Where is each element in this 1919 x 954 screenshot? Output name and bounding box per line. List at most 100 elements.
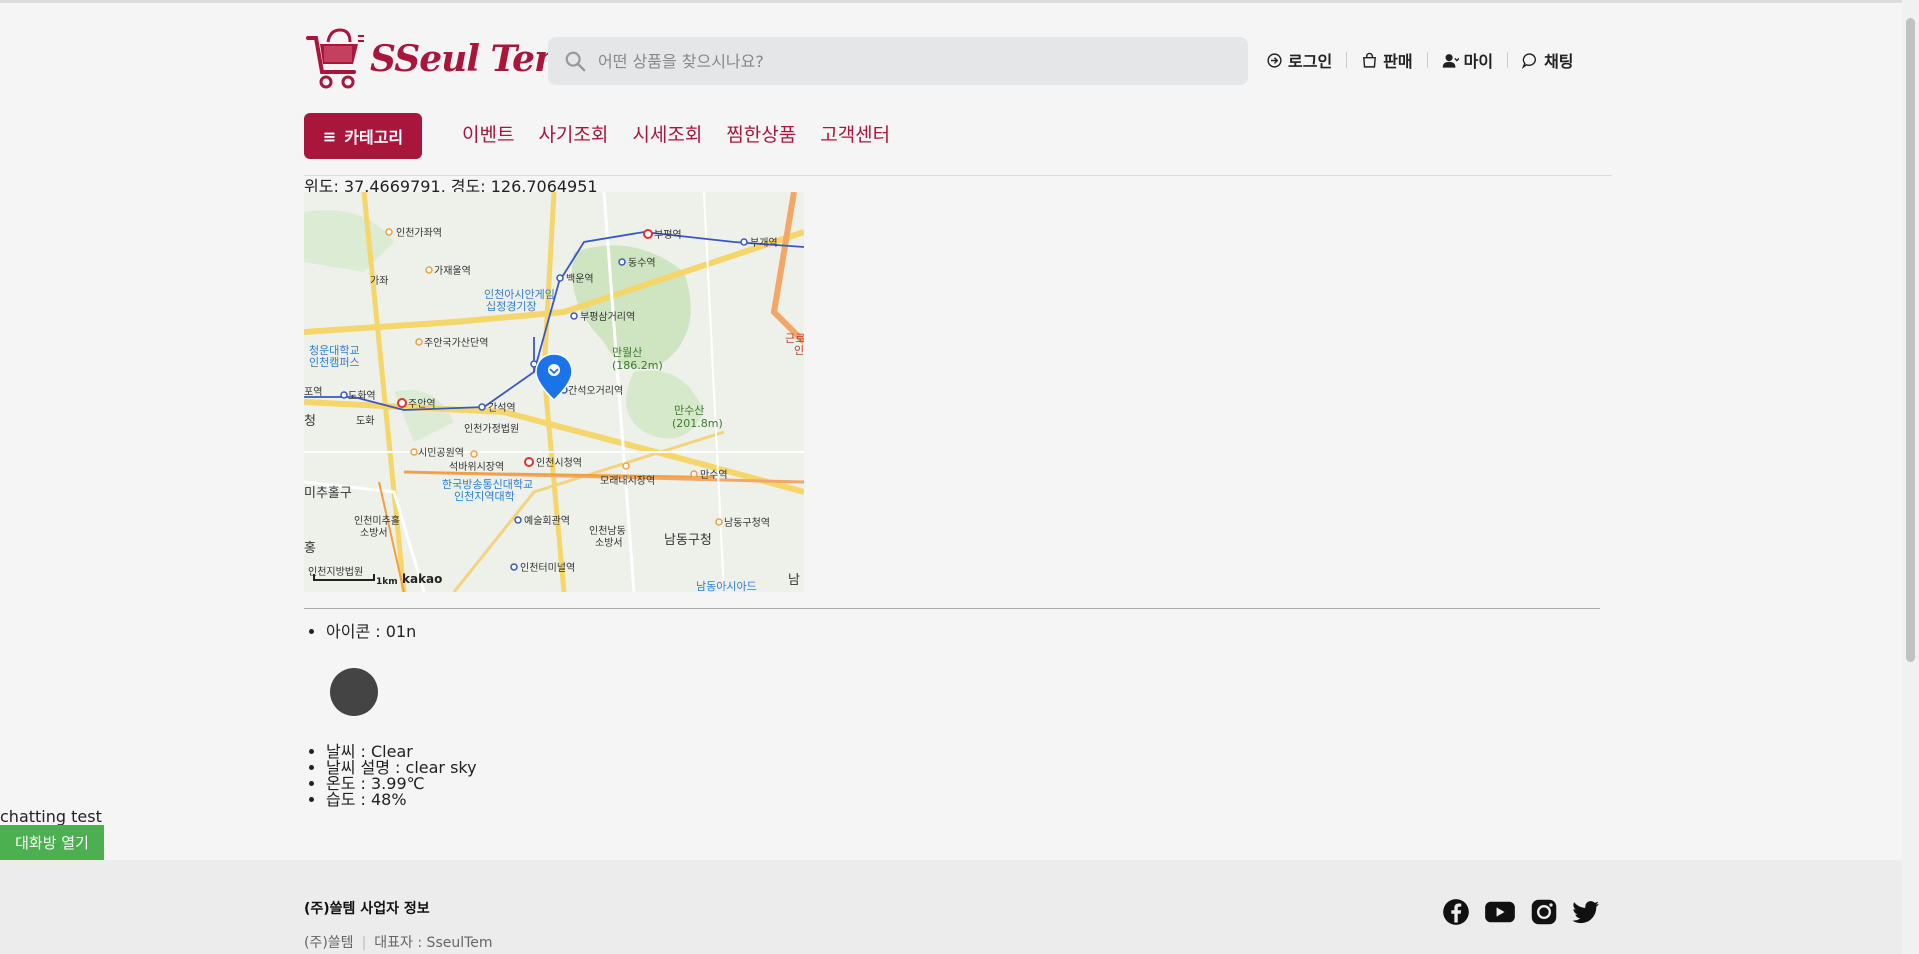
map-label: 부평역 (654, 229, 682, 241)
map-label: 포역 (304, 386, 322, 398)
map-label: 간석오거리역 (568, 385, 623, 397)
user-icon (1442, 53, 1459, 68)
map-label: 부개역 (750, 237, 778, 249)
nav-wishlist[interactable]: 찜한상품 (726, 120, 796, 147)
shopping-cart-logo-icon (306, 28, 364, 89)
station-marker (478, 403, 486, 411)
my-page-link[interactable]: 마이 (1442, 48, 1493, 72)
main-nav: 이벤트 사기조회 시세조회 찜한상품 고객센터 (462, 120, 890, 147)
nav-price-check[interactable]: 시세조회 (632, 120, 702, 147)
search-icon (565, 51, 586, 72)
map-label: 만수역 (700, 469, 728, 481)
page-scrollbar[interactable] (1902, 0, 1919, 954)
map-label: 도화역 (348, 390, 376, 402)
facebook-icon[interactable] (1442, 898, 1470, 926)
footer-title: (주)쓸템 사업자 정보 (304, 901, 430, 917)
user-menu: 로그인 판매 마이 채팅 (1266, 48, 1574, 72)
map-label: 인천지역대학 (454, 489, 515, 503)
station-marker (740, 238, 748, 246)
station-marker (410, 448, 418, 456)
map-label: 만월산 (612, 346, 642, 359)
category-button[interactable]: ≡ 카테고리 (304, 113, 422, 159)
content-divider (304, 608, 1600, 609)
nav-fraud-check[interactable]: 사기조회 (538, 120, 608, 147)
footer-company-name: (주)쓸템 (304, 935, 354, 951)
map-label: 인 (794, 344, 804, 357)
instagram-icon[interactable] (1530, 898, 1558, 926)
map-label: 주안역 (408, 398, 436, 410)
open-chat-room-button[interactable]: 대화방 열기 (0, 825, 104, 860)
footer-company-info: (주)쓸템 | 대표자 : SseulTem (304, 932, 493, 952)
sell-link[interactable]: 판매 (1361, 48, 1413, 72)
youtube-icon[interactable] (1484, 898, 1516, 926)
brand-name: SSeul Tem (370, 38, 572, 80)
map-label: 인천가정법원 (464, 423, 519, 435)
hamburger-icon: ≡ (322, 126, 337, 146)
search-input[interactable] (596, 50, 1220, 72)
map-label: 가재울역 (434, 265, 471, 277)
map-label: 간석역 (488, 402, 516, 414)
map-label: 모래내시장역 (600, 475, 655, 487)
map-label: 가좌 (370, 275, 388, 287)
nav-customer-center[interactable]: 고객센터 (820, 120, 890, 147)
chat-icon (1522, 52, 1537, 69)
menu-divider (1346, 52, 1348, 68)
station-marker (425, 266, 433, 274)
station-marker (415, 338, 423, 346)
map-label: 도화 (356, 415, 374, 427)
map-label: 소방서 (595, 537, 623, 549)
chat-link[interactable]: 채팅 (1522, 48, 1574, 72)
menu-divider (1507, 52, 1509, 68)
login-link[interactable]: 로그인 (1266, 48, 1332, 72)
map-label: 남 (788, 573, 800, 588)
chat-label: 채팅 (1544, 52, 1574, 71)
weather-icon-code: 아이콘 : 01n (326, 624, 416, 640)
station-marker (470, 450, 478, 458)
station-marker (622, 462, 630, 470)
menu-divider (1426, 52, 1428, 68)
logo[interactable]: SSeul Tem (306, 28, 572, 90)
station-marker (510, 563, 518, 571)
map-label: 주안국가산단역 (424, 337, 488, 349)
map-label: 남동구청 (664, 533, 712, 548)
station-marker (715, 518, 723, 526)
map-label: 남동구청역 (724, 517, 770, 529)
scrollbar-thumb[interactable] (1906, 18, 1915, 662)
station-marker (385, 228, 393, 236)
station-marker (524, 457, 534, 467)
map-label: 인천시청역 (536, 457, 582, 469)
login-label: 로그인 (1288, 52, 1333, 71)
twitter-icon[interactable] (1572, 898, 1600, 926)
category-label: 카테고리 (344, 128, 404, 147)
map-label: 청 (304, 414, 316, 429)
station-marker (570, 312, 578, 320)
station-marker (690, 470, 698, 478)
map-label: 인천남동 (589, 525, 626, 537)
map-label: 인천미추홀 (354, 514, 400, 527)
footer-ceo: 대표자 : SseulTem (374, 935, 493, 951)
map-label: 미추홀구 (304, 486, 352, 501)
map-label: 부평삼거리역 (580, 311, 635, 323)
social-links (1442, 898, 1600, 926)
weather-icon-list: 아이콘 : 01n (304, 624, 416, 640)
map-label: 만수산 (674, 404, 704, 417)
my-page-label: 마이 (1463, 52, 1494, 71)
weather-icon (330, 668, 378, 716)
map-label: 인천캠퍼스 (309, 355, 360, 369)
chat-test-label: chatting test (0, 807, 102, 826)
map-label: 백운역 (566, 273, 594, 285)
shopping-bag-icon (1363, 52, 1377, 68)
map-label: 동수역 (628, 257, 656, 269)
map-label: 예술회관역 (524, 515, 570, 527)
station-marker (618, 258, 626, 266)
map-scale-label: 1km (376, 577, 398, 587)
nav-event[interactable]: 이벤트 (462, 120, 514, 147)
map-label: 십정경기장 (486, 300, 537, 313)
search-bar[interactable] (548, 37, 1248, 85)
station-marker (514, 516, 522, 524)
weather-info-list: 날씨 : Clear 날씨 설명 : clear sky 온도 : 3.99℃ … (304, 744, 477, 808)
kakao-logo: kakao (402, 572, 442, 586)
station-marker (556, 274, 564, 282)
kakao-map[interactable]: 부평역 부개역 동수역 백운역 부평삼거리역 인천가좌역 가재울역 가좌 주안국… (304, 192, 804, 592)
map-label: 남동아시아드 (696, 580, 757, 592)
